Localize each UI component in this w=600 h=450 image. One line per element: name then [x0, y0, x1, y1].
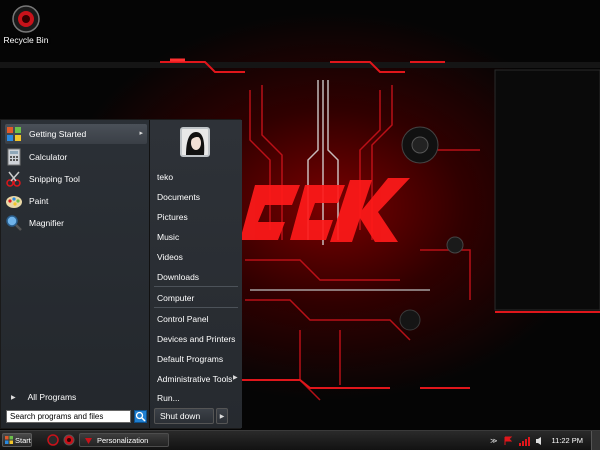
- user-name[interactable]: teko: [157, 172, 173, 182]
- place-downloads[interactable]: Downloads: [157, 272, 199, 282]
- window-label: Personalization: [97, 435, 149, 445]
- program-label: Calculator: [29, 152, 68, 162]
- arrow-right-icon: ▶: [219, 413, 225, 420]
- program-magnifier[interactable]: Magnifier: [5, 213, 147, 233]
- program-label: Paint: [29, 196, 49, 206]
- place-administrative-tools[interactable]: Administrative Tools ▶: [157, 374, 238, 384]
- separator: [154, 307, 238, 308]
- getting-started-icon: [7, 127, 21, 141]
- show-desktop-button[interactable]: [591, 431, 600, 450]
- search-icon: [135, 411, 146, 422]
- magnifier-icon: [6, 215, 22, 231]
- system-tray: ≫ 11:22 PM: [490, 431, 600, 450]
- search-button[interactable]: [134, 410, 147, 423]
- program-label: Snipping Tool: [29, 174, 80, 184]
- all-programs-label: All Programs: [27, 392, 77, 402]
- desktop-icon-recycle-bin[interactable]: Recycle Bin: [2, 4, 50, 45]
- start-menu-programs-pane: Getting Started ▸ Calculator Snipping To…: [1, 120, 149, 428]
- start-menu-places-pane: teko Documents Pictures Music Videos Dow…: [149, 120, 242, 428]
- calculator-icon: [7, 148, 21, 166]
- program-snipping-tool[interactable]: Snipping Tool: [5, 169, 147, 189]
- place-pictures[interactable]: Pictures: [157, 212, 188, 222]
- start-label: Start: [15, 435, 31, 445]
- taskbar: Start Personalization ≫ 11:22 PM: [0, 430, 600, 450]
- flag-icon[interactable]: [503, 436, 513, 446]
- quicklaunch-media-icon[interactable]: [63, 434, 75, 446]
- place-run[interactable]: Run...: [157, 393, 180, 403]
- user-avatar[interactable]: [180, 127, 210, 157]
- place-documents[interactable]: Documents: [157, 192, 200, 202]
- place-devices-and-printers[interactable]: Devices and Printers: [157, 334, 235, 344]
- place-computer[interactable]: Computer: [157, 293, 194, 303]
- place-videos[interactable]: Videos: [157, 252, 183, 262]
- shutdown-button[interactable]: Shut down: [154, 408, 214, 424]
- submenu-arrow-icon: ▶: [233, 375, 238, 381]
- start-menu: Getting Started ▸ Calculator Snipping To…: [0, 119, 242, 429]
- windows-logo-icon: [5, 436, 13, 444]
- shutdown-label: Shut down: [160, 411, 201, 421]
- show-hidden-icons-icon[interactable]: ≫: [490, 437, 497, 445]
- snipping-tool-icon: [6, 171, 21, 187]
- personalization-icon: [85, 437, 92, 444]
- taskbar-window-personalization[interactable]: Personalization: [79, 433, 169, 447]
- place-label: Administrative Tools: [157, 374, 233, 384]
- paint-icon: [6, 196, 22, 208]
- program-label: Getting Started: [29, 129, 87, 139]
- place-control-panel[interactable]: Control Panel: [157, 314, 209, 324]
- program-calculator[interactable]: Calculator: [5, 147, 147, 167]
- clock[interactable]: 11:22 PM: [551, 436, 583, 445]
- quicklaunch-explorer-icon[interactable]: [47, 434, 59, 446]
- submenu-arrow-icon: ▸: [139, 130, 143, 137]
- separator: [154, 286, 238, 287]
- place-music[interactable]: Music: [157, 232, 179, 242]
- network-icon[interactable]: [518, 436, 531, 446]
- all-programs-button[interactable]: ▶ All Programs: [11, 392, 76, 402]
- volume-icon[interactable]: [535, 436, 545, 446]
- search-input[interactable]: Search programs and files: [6, 410, 131, 423]
- start-button[interactable]: Start: [2, 433, 32, 447]
- desktop-icon-label: Recycle Bin: [3, 35, 49, 45]
- user-portrait-icon: [182, 129, 208, 155]
- shutdown-options-button[interactable]: ▶: [216, 408, 228, 424]
- program-getting-started[interactable]: Getting Started ▸: [5, 124, 147, 144]
- place-default-programs[interactable]: Default Programs: [157, 354, 223, 364]
- program-paint[interactable]: Paint: [5, 191, 147, 211]
- arrow-right-icon: ▶: [11, 394, 16, 401]
- program-label: Magnifier: [29, 218, 64, 228]
- recycle-bin-icon: [12, 5, 40, 33]
